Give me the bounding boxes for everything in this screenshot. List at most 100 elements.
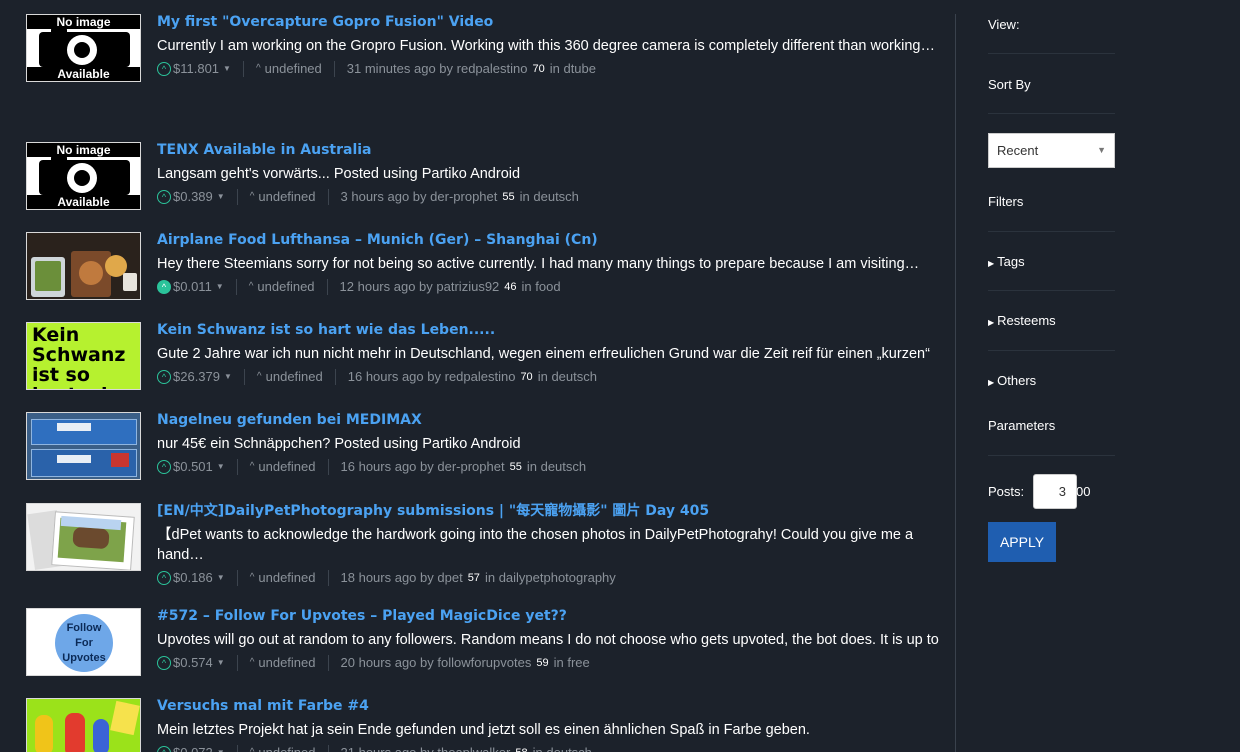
category-prefix: in: [549, 61, 560, 76]
post-title[interactable]: #572 – Follow For Upvotes – Played Magic…: [157, 606, 942, 626]
chevron-up-icon[interactable]: ^: [250, 187, 255, 207]
author-reputation: 59: [534, 653, 551, 673]
post-thumbnail[interactable]: [26, 232, 141, 300]
upvote-icon[interactable]: ^: [157, 460, 171, 474]
no-image-text: No image: [27, 143, 140, 157]
sort-select-value: Recent: [997, 143, 1039, 158]
payout-dropdown-icon[interactable]: ▼: [217, 568, 225, 588]
payout-dropdown-icon[interactable]: ▼: [217, 457, 225, 477]
payout-dropdown-icon[interactable]: ▼: [216, 277, 224, 297]
post-thumbnail[interactable]: [26, 503, 141, 571]
chevron-up-icon[interactable]: ^: [250, 457, 255, 477]
post-title[interactable]: Kein Schwanz ist so hart wie das Leben..…: [157, 320, 942, 340]
payout-dropdown-icon[interactable]: ▼: [217, 653, 225, 673]
upvote-count: undefined: [257, 279, 315, 294]
post-thumbnail[interactable]: No image Available: [26, 142, 141, 210]
post-title[interactable]: TENX Available in Australia: [157, 140, 942, 160]
post-excerpt: Mein letztes Projekt hat ja sein Ende ge…: [157, 722, 810, 738]
author-reputation: 55: [500, 187, 517, 207]
post-author[interactable]: dpet: [437, 568, 462, 588]
divider: [235, 279, 237, 295]
chevron-up-icon[interactable]: ^: [256, 59, 261, 79]
post-title[interactable]: Nagelneu gefunden bei MEDIMAX: [157, 410, 942, 430]
payout-dropdown-icon[interactable]: ▼: [223, 59, 231, 79]
thumbnail-text-image: Kein Schwanz ist so hart wie das: [27, 323, 140, 389]
upvote-icon[interactable]: ^: [157, 746, 171, 752]
post-category[interactable]: dtube: [563, 59, 596, 79]
post-time: 18 hours ago by: [340, 570, 434, 585]
apply-button[interactable]: APPLY: [988, 522, 1056, 562]
post-feed: No image Available My first "Overcapture…: [0, 0, 955, 752]
post-category[interactable]: deutsch: [541, 457, 587, 477]
others-toggle[interactable]: ▶ Others: [988, 373, 1036, 388]
post-author[interactable]: der-prophet: [430, 187, 497, 207]
post-payout: $0.011: [173, 279, 212, 294]
post-thumbnail[interactable]: [26, 412, 141, 480]
post-category[interactable]: food: [535, 277, 560, 297]
filters-label: Filters: [988, 194, 1024, 209]
post-author[interactable]: followforupvotes: [437, 653, 531, 673]
upvote-icon[interactable]: ^: [157, 190, 171, 204]
post-payout: $11.801: [173, 61, 220, 76]
upvote-count: undefined: [258, 459, 316, 474]
others-label: Others: [997, 373, 1037, 388]
view-label: View:: [988, 17, 1020, 32]
post-meta: ^ $26.379 ▼ ^ undefined 16 hours ago by …: [157, 367, 942, 387]
post-author[interactable]: patrizius92: [436, 277, 499, 297]
pet-photo-image: [27, 504, 140, 570]
author-reputation: 46: [502, 277, 519, 297]
chevron-up-icon[interactable]: ^: [257, 367, 262, 387]
post-author[interactable]: redpalestino: [457, 59, 528, 79]
parameters-label: Parameters: [988, 418, 1056, 433]
posts-count-input[interactable]: 3: [1033, 474, 1077, 509]
upvote-icon[interactable]: ^: [157, 370, 171, 384]
sort-select[interactable]: Recent ▼: [988, 133, 1115, 168]
post-title[interactable]: My first "Overcapture Gopro Fusion" Vide…: [157, 12, 942, 32]
upvote-count: undefined: [264, 61, 322, 76]
post-payout: $0.389: [173, 189, 213, 204]
tags-toggle[interactable]: ▶ Tags: [988, 254, 1025, 269]
upvote-icon[interactable]: ^: [157, 571, 171, 585]
post-title[interactable]: [EN/中文]DailyPetPhotography submissions |…: [157, 501, 942, 521]
post-title[interactable]: Airplane Food Lufthansa – Munich (Ger) –…: [157, 230, 942, 250]
category-prefix: in: [484, 570, 496, 585]
post-category[interactable]: free: [567, 653, 589, 673]
upvote-icon[interactable]: ^: [157, 280, 171, 294]
payout-dropdown-icon[interactable]: ▼: [217, 187, 225, 207]
posts-label: Posts:: [988, 484, 1025, 499]
divider: [333, 61, 335, 77]
chevron-up-icon[interactable]: ^: [250, 743, 255, 752]
upvote-icon[interactable]: ^: [157, 62, 171, 76]
upvote-count: undefined: [258, 655, 316, 670]
post-meta: ^ $11.801 ▼ ^ undefined 31 minutes ago b…: [157, 59, 942, 79]
post-author[interactable]: redpalestino: [445, 367, 516, 387]
divider: [327, 655, 329, 671]
post-thumbnail[interactable]: Follow For Upvotes: [26, 608, 141, 676]
post-time: 31 minutes ago by: [346, 61, 454, 76]
post-time: 12 hours ago by: [339, 279, 433, 294]
post-category[interactable]: dailypetphotography: [499, 568, 616, 588]
author-reputation: 55: [507, 457, 524, 477]
post-thumbnail[interactable]: [26, 698, 141, 752]
post-author[interactable]: der-prophet: [437, 457, 504, 477]
chevron-up-icon[interactable]: ^: [249, 277, 254, 297]
post-excerpt: Gute 2 Jahre war ich nun nicht mehr in D…: [157, 346, 930, 362]
post-title[interactable]: Versuchs mal mit Farbe #4: [157, 696, 942, 716]
chevron-up-icon[interactable]: ^: [250, 653, 255, 673]
payout-dropdown-icon[interactable]: ▼: [217, 743, 225, 752]
author-reputation: 70: [518, 367, 535, 387]
post-category[interactable]: deutsch: [546, 743, 592, 752]
post-author[interactable]: theaplwalker: [437, 743, 510, 752]
post-category[interactable]: deutsch: [533, 187, 579, 207]
post-category[interactable]: deutsch: [551, 367, 597, 387]
chevron-up-icon[interactable]: ^: [250, 568, 255, 588]
post-payout: $0.574: [173, 655, 213, 670]
payout-dropdown-icon[interactable]: ▼: [224, 367, 232, 387]
post-time: 16 hours ago by: [340, 459, 434, 474]
upvote-icon[interactable]: ^: [157, 656, 171, 670]
post-thumbnail[interactable]: No image Available: [26, 14, 141, 82]
resteems-toggle[interactable]: ▶ Resteems: [988, 313, 1056, 328]
post-payout: $26.379: [173, 369, 220, 384]
post-thumbnail[interactable]: Kein Schwanz ist so hart wie das: [26, 322, 141, 390]
divider: [327, 570, 329, 586]
